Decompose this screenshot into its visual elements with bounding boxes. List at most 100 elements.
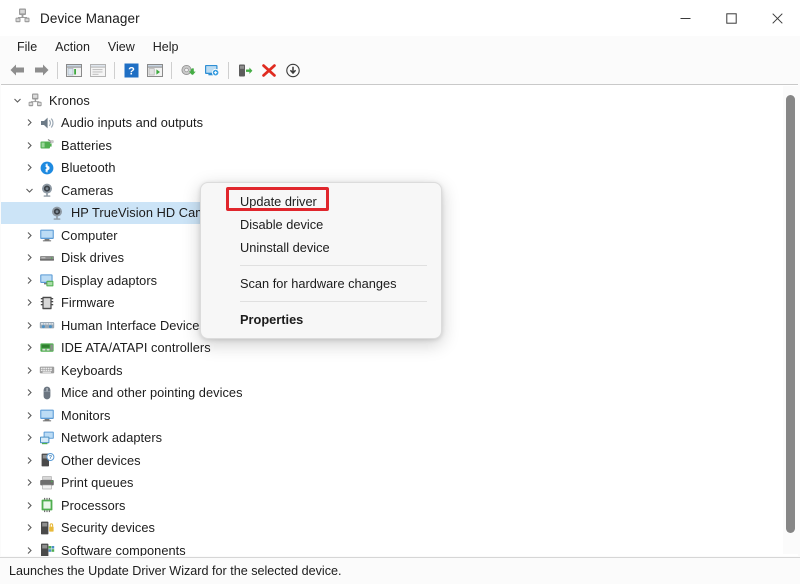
chevron-down-icon[interactable] [23,186,36,195]
tree-item-bluetooth[interactable]: Bluetooth [1,157,781,180]
ide-controller-icon [36,340,57,356]
tree-item-label: Kronos [45,93,90,108]
tree-item-label: HP TrueVision HD Cam [67,205,206,220]
tree-item-label: Other devices [57,453,141,468]
tree-item-keyboards[interactable]: Keyboards [1,359,781,382]
chevron-right-icon[interactable] [23,298,36,307]
tree-item-label: Computer [57,228,118,243]
close-button[interactable] [754,0,800,36]
scrollbar-thumb[interactable] [786,95,795,533]
tree-item-label: Cameras [57,183,113,198]
maximize-button[interactable] [708,0,754,36]
chevron-right-icon[interactable] [23,343,36,352]
chevron-right-icon[interactable] [23,478,36,487]
network-adapter-icon [36,430,57,446]
window-title: Device Manager [40,11,140,26]
view-icon[interactable] [143,59,167,81]
help-icon[interactable]: ? [119,59,143,81]
chevron-right-icon[interactable] [23,523,36,532]
other-device-icon: ? [36,452,57,468]
menu-action[interactable]: Action [46,38,99,56]
context-menu-item-properties[interactable]: Properties [201,308,441,331]
minimize-button[interactable] [662,0,708,36]
chevron-down-icon[interactable] [11,96,24,105]
chevron-right-icon[interactable] [23,253,36,262]
tree-item-label: Security devices [57,520,155,535]
tree-item-mice-and-other-pointing-devices[interactable]: Mice and other pointing devices [1,382,781,405]
context-menu-item-label: Uninstall device [240,240,330,255]
firmware-icon [36,295,57,311]
chevron-right-icon[interactable] [23,501,36,510]
toolbar-separator [57,62,58,79]
properties-icon[interactable] [86,59,110,81]
tree-item-label: IDE ATA/ATAPI controllers [57,340,211,355]
toolbar-separator [171,62,172,79]
chevron-right-icon[interactable] [23,163,36,172]
camera-icon [46,205,67,221]
enable-device-icon[interactable] [233,59,257,81]
scan-hardware-changes-icon[interactable] [200,59,224,81]
chevron-right-icon[interactable] [23,118,36,127]
tree-item-label: Firmware [57,295,115,310]
context-menu-item-label: Update driver [240,194,317,209]
chevron-right-icon[interactable] [23,231,36,240]
disable-device-icon[interactable] [281,59,305,81]
context-menu-separator [240,265,427,266]
forward-arrow-icon[interactable] [29,59,53,81]
monitor-icon [36,407,57,423]
monitor-icon [36,227,57,243]
camera-icon [36,182,57,198]
tree-item-hp-truevision-hd-cam[interactable]: HP TrueVision HD Cam [1,202,218,225]
chevron-right-icon[interactable] [23,321,36,330]
tree-item-processors[interactable]: Processors [1,494,781,517]
status-bar: Launches the Update Driver Wizard for th… [0,557,800,584]
context-menu-item-uninstall-device[interactable]: Uninstall device [201,236,441,259]
tree-item-monitors[interactable]: Monitors [1,404,781,427]
vertical-scrollbar[interactable] [783,86,798,554]
tree-item-ide-ata-atapi-controllers[interactable]: IDE ATA/ATAPI controllers [1,337,781,360]
chevron-right-icon[interactable] [23,456,36,465]
back-arrow-icon[interactable] [5,59,29,81]
menu-file[interactable]: File [8,38,46,56]
update-driver-icon[interactable] [176,59,200,81]
context-menu-item-update-driver[interactable]: Update driver [201,190,441,213]
chevron-right-icon[interactable] [23,141,36,150]
tree-item-batteries[interactable]: Batteries [1,134,781,157]
menu-help[interactable]: Help [144,38,188,56]
processor-icon [36,497,57,513]
tree-item-label: Human Interface Devices [57,318,206,333]
chevron-right-icon[interactable] [23,366,36,375]
svg-text:?: ? [48,455,51,461]
tree-item-label: Mice and other pointing devices [57,385,243,400]
chevron-right-icon[interactable] [23,411,36,420]
tree-item-label: Network adapters [57,430,162,445]
tree-item-label: Audio inputs and outputs [57,115,203,130]
show-hide-console-tree-icon[interactable] [62,59,86,81]
context-menu[interactable]: Update driver Disable device Uninstall d… [200,182,442,339]
computer-icon [24,92,45,108]
menu-view[interactable]: View [99,38,144,56]
software-component-icon [36,542,57,556]
chevron-right-icon[interactable] [23,388,36,397]
speaker-icon [36,115,57,131]
context-menu-item-scan-for-hardware-changes[interactable]: Scan for hardware changes [201,272,441,295]
toolbar: ? [0,57,800,83]
security-device-icon [36,520,57,536]
context-menu-item-label: Scan for hardware changes [240,276,397,291]
chevron-right-icon[interactable] [23,433,36,442]
uninstall-device-icon[interactable] [257,59,281,81]
disk-drive-icon [36,250,57,266]
chevron-right-icon[interactable] [23,276,36,285]
tree-item-software-components[interactable]: Software components [1,539,781,556]
tree-item-kronos[interactable]: Kronos [1,89,781,112]
tree-item-audio-inputs-and-outputs[interactable]: Audio inputs and outputs [1,112,781,135]
tree-item-label: Bluetooth [57,160,116,175]
context-menu-item-disable-device[interactable]: Disable device [201,213,441,236]
menu-bar: File Action View Help [0,36,800,57]
tree-item-print-queues[interactable]: Print queues [1,472,781,495]
tree-item-other-devices[interactable]: ? Other devices [1,449,781,472]
battery-icon [36,137,57,153]
chevron-right-icon[interactable] [23,546,36,555]
tree-item-security-devices[interactable]: Security devices [1,517,781,540]
tree-item-network-adapters[interactable]: Network adapters [1,427,781,450]
